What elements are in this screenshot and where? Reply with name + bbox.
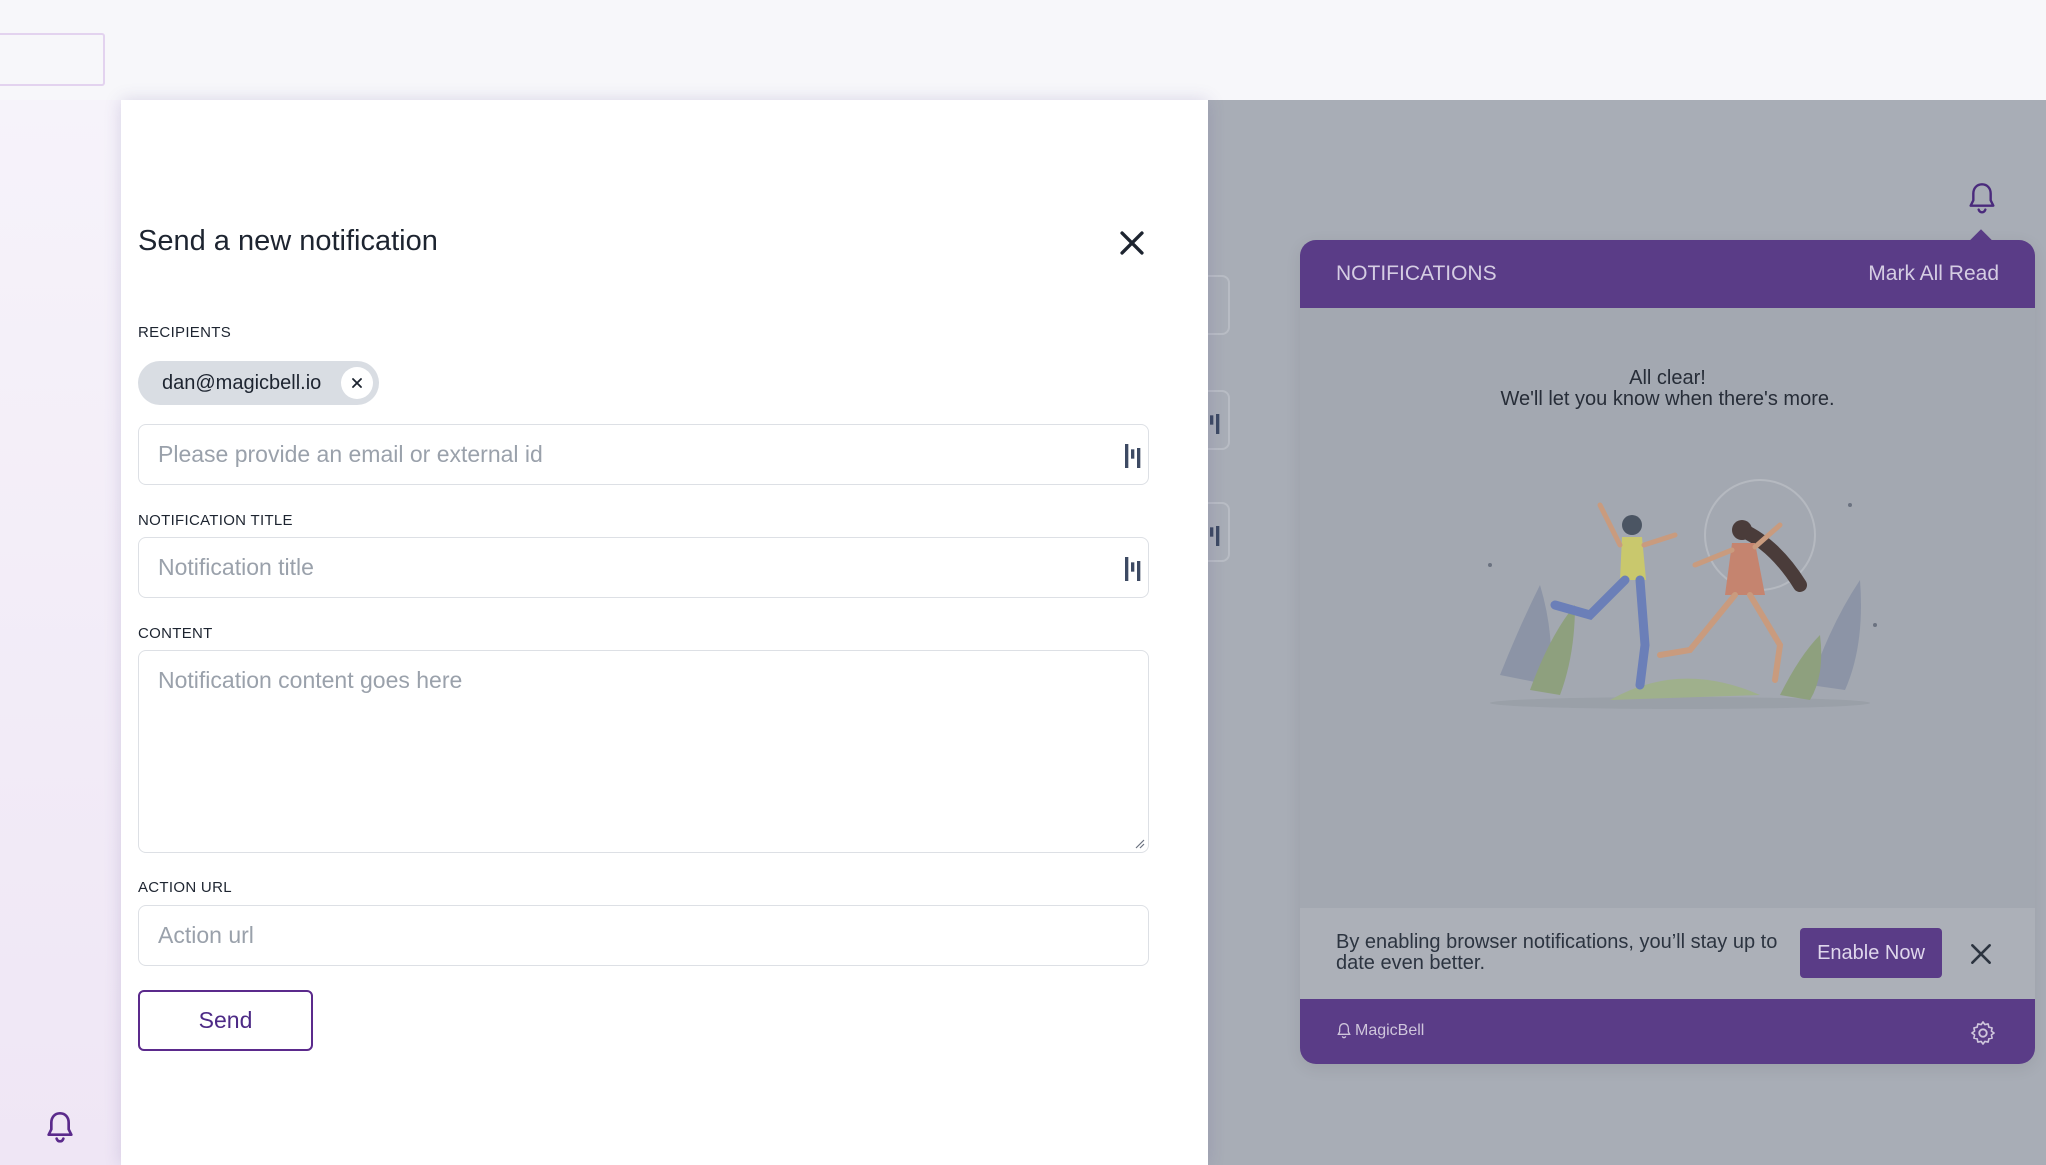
notification-inbox: NOTIFICATIONS Mark All Read All clear! W…: [1300, 240, 2035, 1064]
content-textarea[interactable]: Notification content goes here: [138, 650, 1149, 853]
action-url-placeholder: Action url: [158, 922, 254, 948]
action-url-label: ACTION URL: [138, 879, 232, 896]
recipient-chip-label: dan@magicbell.io: [162, 371, 322, 394]
variable-icon[interactable]: [1125, 444, 1141, 468]
empty-state-text: All clear! We'll let you know when there…: [1300, 368, 2035, 410]
gear-icon[interactable]: [1969, 1019, 1997, 1047]
empty-state-title: All clear!: [1629, 367, 1706, 389]
notification-title-placeholder: Notification title: [158, 554, 314, 580]
notification-title-label: NOTIFICATION TITLE: [138, 512, 293, 529]
magicbell-logo: MagicBell: [1336, 1022, 1424, 1040]
inbox-title: NOTIFICATIONS: [1336, 262, 1497, 285]
close-icon: [352, 378, 362, 388]
recipient-chip: dan@magicbell.io: [138, 361, 379, 405]
push-prompt-text: By enabling browser notifications, you’l…: [1336, 931, 1778, 974]
panel-title: Send a new notification: [138, 225, 438, 257]
close-icon[interactable]: [1968, 941, 1994, 967]
recipient-input[interactable]: Please provide an email or external id: [138, 424, 1149, 485]
push-prompt-bar: By enabling browser notifications, you’l…: [1300, 908, 2035, 999]
inbox-header: NOTIFICATIONS Mark All Read: [1300, 240, 2035, 308]
empty-state-subtitle: We'll let you know when there's more.: [1500, 388, 1835, 410]
inbox-footer: MagicBell: [1300, 999, 2035, 1064]
notification-title-input[interactable]: Notification title: [138, 537, 1149, 598]
send-notification-panel: Send a new notification RECIPIENTS dan@m…: [121, 100, 1208, 1165]
app-sidebar: [0, 100, 121, 1165]
content-label: CONTENT: [138, 625, 213, 642]
resize-handle-icon[interactable]: [1133, 837, 1145, 849]
recipient-input-placeholder: Please provide an email or external id: [158, 441, 543, 467]
remove-recipient-button[interactable]: [341, 367, 373, 399]
topbar-placeholder-1: [0, 33, 105, 86]
mark-all-read-button[interactable]: Mark All Read: [1868, 262, 1999, 286]
magicbell-brand-text: MagicBell: [1355, 1022, 1425, 1039]
action-url-input[interactable]: Action url: [138, 905, 1149, 966]
bell-icon: [1337, 1022, 1351, 1039]
sidebar-bell-icon[interactable]: [44, 1110, 76, 1146]
variable-icon[interactable]: [1125, 557, 1141, 581]
empty-state-illustration: [1488, 479, 1877, 709]
notification-bell-icon[interactable]: [1966, 181, 1998, 217]
content-placeholder: Notification content goes here: [158, 667, 463, 693]
close-icon[interactable]: [1115, 226, 1149, 260]
enable-now-button[interactable]: Enable Now: [1800, 928, 1942, 978]
send-button[interactable]: Send: [138, 990, 313, 1051]
recipients-label: RECIPIENTS: [138, 324, 232, 341]
app-topbar: [0, 0, 2046, 166]
